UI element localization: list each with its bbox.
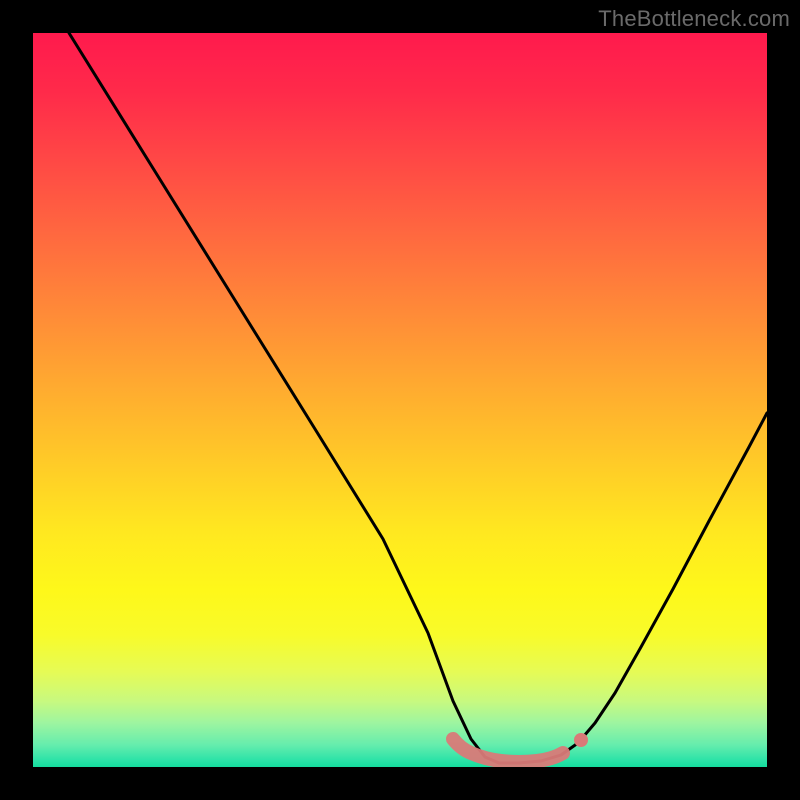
highlight-band — [453, 739, 563, 762]
highlight-dot — [574, 733, 588, 747]
plot-area — [33, 33, 767, 767]
watermark-label: TheBottleneck.com — [598, 6, 790, 32]
chart-frame: TheBottleneck.com — [0, 0, 800, 800]
chart-svg — [33, 33, 767, 767]
bottleneck-curve — [69, 33, 767, 763]
